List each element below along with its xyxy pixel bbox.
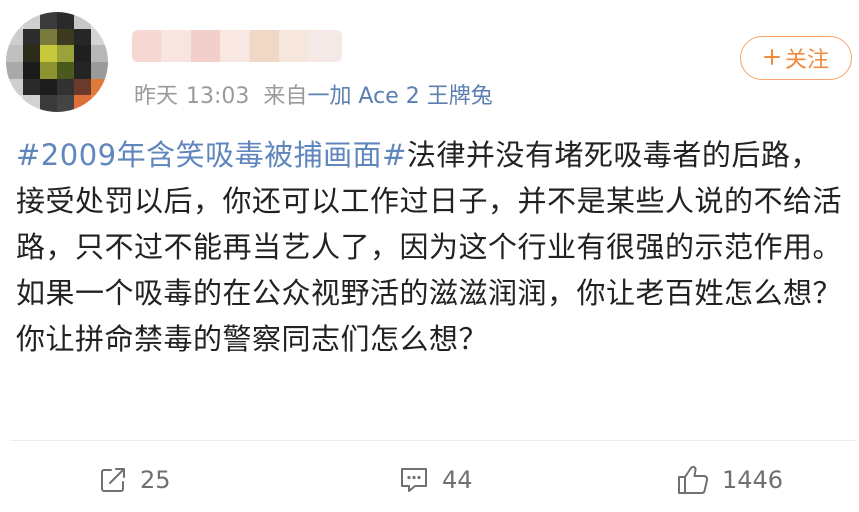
post-meta: 昨天 13:03 来自一加 Ace 2 王牌兔	[134, 78, 493, 110]
comment-icon	[401, 468, 427, 492]
like-count: 1446	[722, 466, 784, 494]
source-prefix: 来自	[263, 84, 308, 109]
comment-button[interactable]: 44	[398, 462, 473, 498]
post-time: 13:03	[186, 84, 250, 109]
repost-button[interactable]: 25	[98, 462, 171, 498]
repost-icon	[101, 468, 125, 492]
follow-label: 关注	[784, 48, 829, 73]
divider	[10, 440, 855, 441]
repost-count: 25	[140, 466, 171, 494]
plus-icon	[763, 44, 781, 72]
weibo-post: 昨天 13:03 来自一加 Ace 2 王牌兔 关注 #2009年含笑吸毒被捕画面#…	[0, 0, 859, 512]
follow-button[interactable]: 关注	[740, 36, 852, 80]
like-icon	[678, 465, 709, 494]
post-day: 昨天	[134, 84, 179, 109]
comment-count: 44	[442, 466, 473, 494]
avatar[interactable]	[6, 12, 108, 112]
username-blurred[interactable]	[132, 30, 342, 62]
hashtag-link[interactable]: #2009年含笑吸毒被捕画面#	[16, 138, 407, 172]
post-content: #2009年含笑吸毒被捕画面#法律并没有堵死吸毒者的后路，接受处罚以后，你还可以…	[16, 132, 846, 362]
like-button[interactable]: 1446	[676, 462, 783, 498]
source-device[interactable]: 一加 Ace 2 王牌兔	[307, 84, 492, 109]
